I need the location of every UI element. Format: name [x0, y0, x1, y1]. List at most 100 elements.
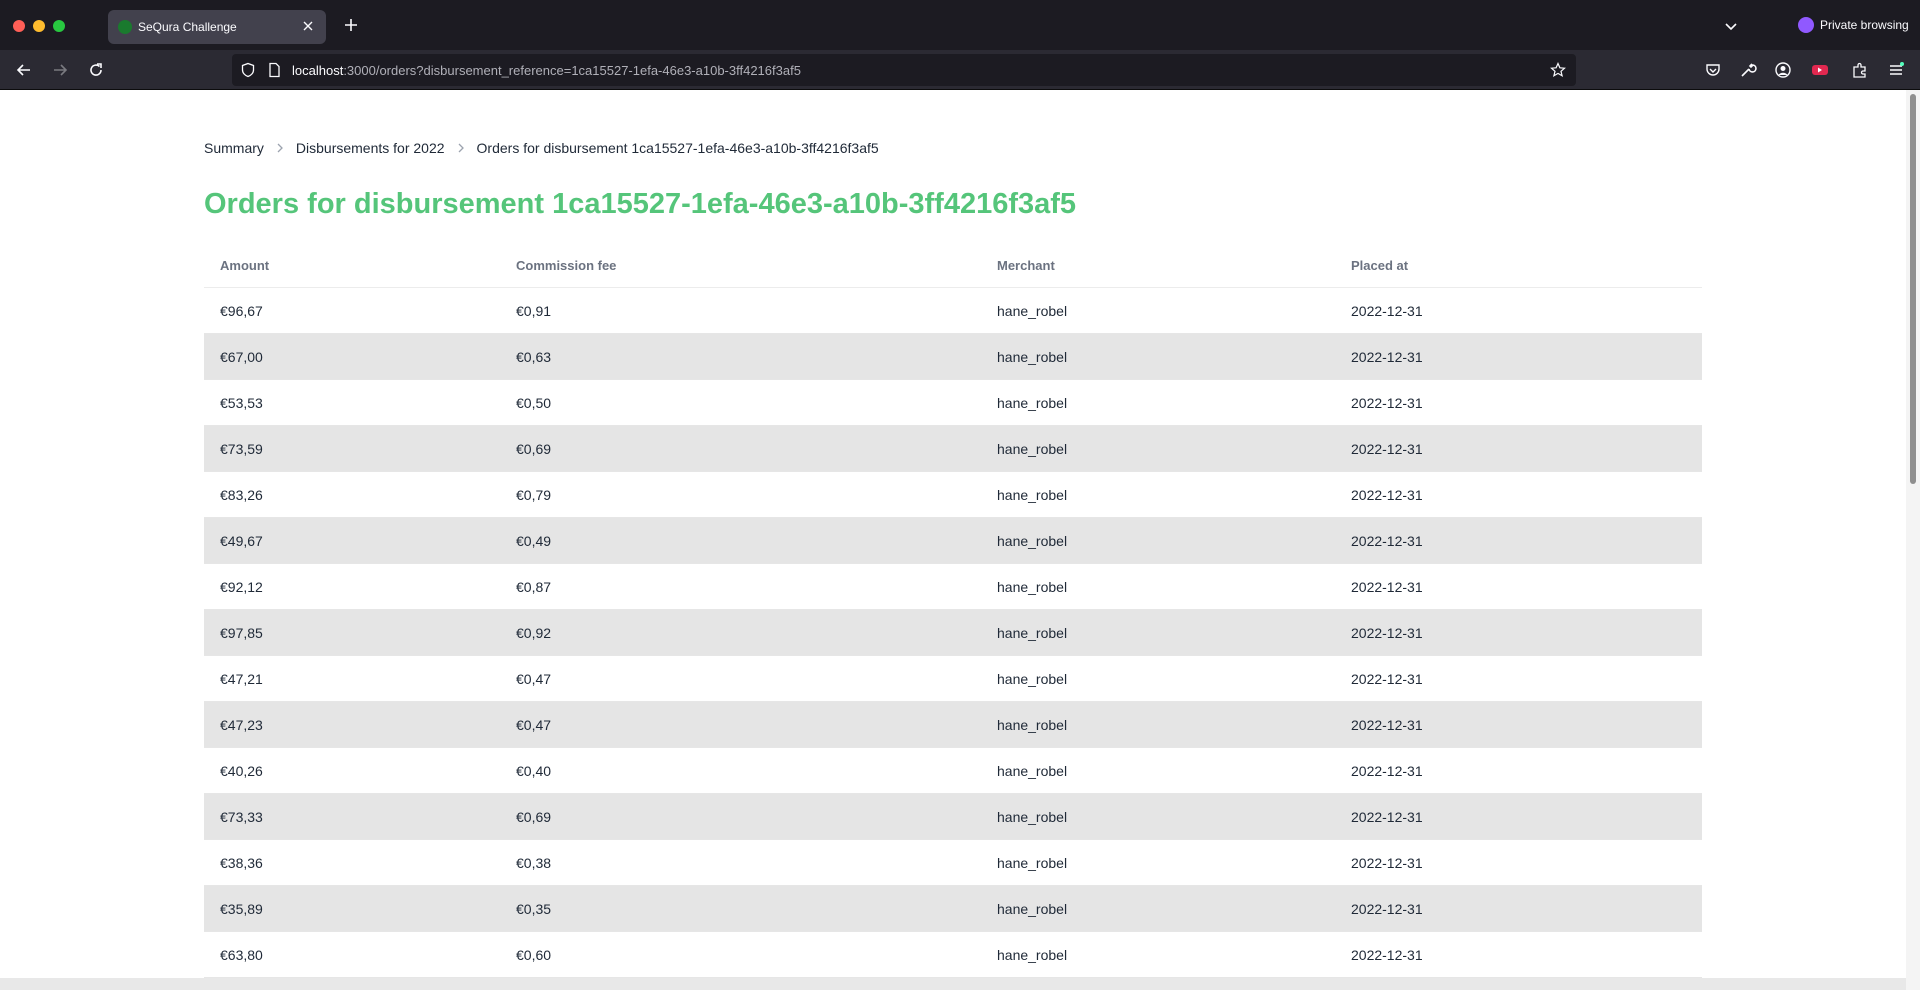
cell-commission-fee: €0,91	[516, 302, 552, 319]
table-row: €40,26 €0,40 hane_robel 2022-12-31	[204, 748, 1702, 794]
new-tab-button[interactable]	[340, 14, 362, 36]
extensions-button[interactable]	[1848, 58, 1872, 82]
cell-commission-fee: €0,47	[516, 670, 552, 687]
column-header-commission-fee: Commission fee	[516, 258, 617, 273]
list-all-tabs-button[interactable]	[1720, 16, 1742, 38]
site-info-button[interactable]	[266, 62, 282, 78]
minimize-window-button[interactable]	[33, 20, 45, 32]
cell-placed-at: 2022-12-31	[1351, 900, 1423, 917]
cell-placed-at: 2022-12-31	[1351, 578, 1423, 595]
cell-amount: €97,85	[220, 624, 263, 641]
table-row: €47,23 €0,47 hane_robel 2022-12-31	[204, 702, 1702, 748]
cell-commission-fee: €0,38	[516, 854, 552, 871]
table-row: €96,67 €0,91 hane_robel 2022-12-31	[204, 288, 1702, 334]
pocket-button[interactable]	[1701, 58, 1725, 82]
cell-commission-fee: €0,49	[516, 532, 552, 549]
tracking-protection-button[interactable]	[240, 62, 256, 78]
cell-merchant: hane_robel	[997, 670, 1068, 687]
cell-placed-at: 2022-12-31	[1351, 302, 1423, 319]
cell-placed-at: 2022-12-31	[1351, 532, 1423, 549]
private-browsing-indicator: Private browsing	[1798, 17, 1909, 33]
table-row: €35,89 €0,35 hane_robel 2022-12-31	[204, 886, 1702, 932]
app-menu-button[interactable]	[1884, 58, 1908, 82]
cell-amount: €47,23	[220, 716, 263, 733]
cell-amount: €92,12	[220, 578, 263, 595]
cell-amount: €53,53	[220, 394, 263, 411]
cell-merchant: hane_robel	[997, 624, 1068, 641]
cell-placed-at: 2022-12-31	[1351, 486, 1423, 503]
table-row: €83,26 €0,79 hane_robel 2022-12-31	[204, 472, 1702, 518]
reload-icon	[90, 63, 102, 76]
table-row: €63,80 €0,60 hane_robel 2022-12-31	[204, 932, 1702, 978]
cell-commission-fee: €0,40	[516, 762, 552, 779]
cell-commission-fee: €0,79	[516, 486, 552, 503]
close-icon	[303, 21, 313, 31]
cell-amount: €40,26	[220, 762, 263, 779]
cell-placed-at: 2022-12-31	[1351, 670, 1423, 687]
forward-button[interactable]	[48, 58, 72, 82]
url-host: localhost	[292, 63, 344, 78]
cell-placed-at: 2022-12-31	[1351, 716, 1423, 733]
cell-placed-at: 2022-12-31	[1351, 808, 1423, 825]
column-header-merchant: Merchant	[997, 258, 1055, 273]
close-window-button[interactable]	[13, 20, 25, 32]
cell-merchant: hane_robel	[997, 302, 1068, 319]
breadcrumb-link-summary[interactable]: Summary	[204, 140, 264, 156]
cell-merchant: hane_robel	[997, 348, 1068, 365]
url-text[interactable]: localhost:3000/orders?disbursement_refer…	[292, 63, 801, 78]
cell-amount: €73,33	[220, 808, 263, 825]
cell-commission-fee: €0,69	[516, 808, 552, 825]
scrollbar-thumb[interactable]	[1910, 94, 1916, 484]
table-row: €73,33 €0,69 hane_robel 2022-12-31	[204, 794, 1702, 840]
account-button[interactable]	[1771, 58, 1795, 82]
puzzle-icon	[1853, 62, 1866, 78]
cell-commission-fee: €0,92	[516, 624, 552, 641]
cell-merchant: hane_robel	[997, 532, 1068, 549]
tab-title: SeQura Challenge	[138, 20, 237, 34]
table-row: €73,59 €0,69 hane_robel 2022-12-31	[204, 426, 1702, 472]
hamburger-icon	[1890, 62, 1904, 75]
column-header-placed-at: Placed at	[1351, 258, 1409, 273]
cell-merchant: hane_robel	[997, 394, 1068, 411]
pocket-icon	[1706, 64, 1720, 76]
cell-placed-at: 2022-12-31	[1351, 348, 1423, 365]
bookmark-button[interactable]	[1550, 62, 1566, 78]
tab-close-button[interactable]	[298, 16, 318, 36]
browser-tab[interactable]: SeQura Challenge	[108, 10, 326, 44]
table-row: €38,36 €0,38 hane_robel 2022-12-31	[204, 840, 1702, 886]
cell-amount: €47,21	[220, 670, 263, 687]
cell-merchant: hane_robel	[997, 486, 1068, 503]
tools-button[interactable]	[1736, 58, 1760, 82]
cell-merchant: hane_robel	[997, 578, 1068, 595]
private-browsing-label: Private browsing	[1820, 18, 1909, 32]
cell-commission-fee: €0,50	[516, 394, 552, 411]
chevron-down-icon	[1725, 23, 1737, 31]
url-bar[interactable]: localhost:3000/orders?disbursement_refer…	[232, 54, 1576, 86]
cell-placed-at: 2022-12-31	[1351, 624, 1423, 641]
cell-placed-at: 2022-12-31	[1351, 946, 1423, 963]
cell-amount: €96,67	[220, 302, 263, 319]
tab-favicon-icon	[118, 20, 132, 34]
private-mask-icon	[1798, 17, 1814, 33]
table-row: €92,12 €0,87 hane_robel 2022-12-31	[204, 564, 1702, 610]
star-icon	[1550, 62, 1566, 78]
cell-placed-at: 2022-12-31	[1351, 854, 1423, 871]
back-button[interactable]	[12, 58, 36, 82]
breadcrumb: Summary Disbursements for 2022 Orders fo…	[204, 140, 879, 156]
table-row: €49,67 €0,49 hane_robel 2022-12-31	[204, 518, 1702, 564]
cell-merchant: hane_robel	[997, 762, 1068, 779]
table-header: Amount Commission fee Merchant Placed at	[204, 250, 1702, 288]
wrench-icon	[1741, 63, 1757, 77]
cell-commission-fee: €0,63	[516, 348, 552, 365]
page-icon	[269, 62, 280, 78]
page-scrollbar[interactable]	[1906, 90, 1920, 990]
cell-merchant: hane_robel	[997, 946, 1068, 963]
breadcrumb-link-disbursements[interactable]: Disbursements for 2022	[296, 140, 445, 156]
reload-button[interactable]	[84, 58, 108, 82]
page-content: Summary Disbursements for 2022 Orders fo…	[0, 90, 1906, 990]
table-row: €47,21 €0,47 hane_robel 2022-12-31	[204, 656, 1702, 702]
extension-button[interactable]	[1808, 58, 1832, 82]
cell-commission-fee: €0,60	[516, 946, 552, 963]
orders-table: Amount Commission fee Merchant Placed at…	[204, 250, 1702, 978]
maximize-window-button[interactable]	[53, 20, 65, 32]
